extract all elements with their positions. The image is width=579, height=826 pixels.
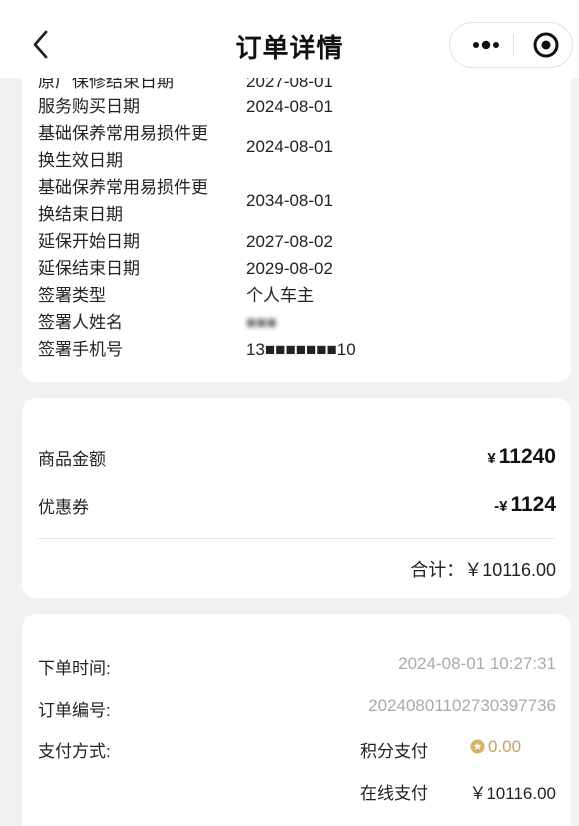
goods-amount-label: 商品金额	[38, 450, 106, 469]
goods-amount-value: ¥11240	[487, 445, 556, 469]
payment-method-label: 支付方式:	[38, 742, 111, 761]
detail-label-extended-start: 延保开始日期	[38, 232, 140, 251]
total-amount: 合计：￥10116.00	[410, 560, 556, 580]
points-payment-value: 0.00	[470, 737, 521, 757]
detail-label-extended-end: 延保结束日期	[38, 259, 140, 278]
detail-label-signer-phone: 签署手机号	[38, 340, 123, 359]
points-amount: 0.00	[488, 737, 522, 756]
detail-value-maintenance-start: 2024-08-01	[246, 137, 333, 156]
goods-currency-symbol: ¥	[487, 450, 496, 467]
order-info-card: 下单时间: 2024-08-01 10:27:31 订单编号: 20240801…	[22, 614, 571, 826]
online-payment-value: ￥10116.00	[469, 784, 556, 803]
detail-value-purchase-date: 2024-08-01	[246, 97, 333, 116]
detail-value-maintenance-end: 2034-08-01	[246, 191, 333, 210]
online-payment-method: 在线支付	[360, 784, 428, 803]
contract-details-card: 原厂保修结束日期 2027-08-01 服务购买日期 2024-08-01 基础…	[22, 40, 571, 382]
coupon-value: -¥ 1124	[494, 493, 556, 517]
more-dots-icon	[473, 40, 499, 50]
detail-label-maintenance-end-line1: 基础保养常用易损件更	[38, 178, 208, 197]
order-number-label: 订单编号:	[38, 701, 111, 720]
close-button[interactable]	[524, 23, 568, 67]
coupon-currency-symbol: -¥	[494, 498, 508, 515]
more-button[interactable]	[462, 23, 514, 67]
mini-program-capsule	[449, 22, 573, 68]
order-time-value: 2024-08-01 10:27:31	[398, 654, 556, 673]
amount-card: 商品金额 ¥11240 优惠券 -¥ 1124 合计：￥10116.00	[22, 398, 571, 598]
detail-value-extended-start: 2027-08-02	[246, 232, 333, 251]
detail-value-signer-name: ■■■	[246, 313, 277, 332]
capsule-separator	[513, 34, 514, 56]
detail-label-maintenance-end-line2: 换结束日期	[38, 205, 123, 224]
nav-header: 订单详情	[0, 0, 579, 78]
detail-label-signer-name: 签署人姓名	[38, 313, 123, 332]
order-time-label: 下单时间:	[38, 659, 111, 678]
coupon-amount-number: 1124	[510, 493, 556, 516]
goods-amount-number: 11240	[498, 445, 556, 468]
detail-label-purchase-date: 服务购买日期	[38, 97, 140, 116]
detail-value-signer-type: 个人车主	[246, 286, 314, 305]
detail-value-signer-phone: 13■■■■■■■10	[246, 340, 356, 359]
points-coin-icon	[470, 739, 485, 754]
order-number-value[interactable]: 20240801102730397736	[368, 696, 556, 716]
points-payment-method: 积分支付	[360, 742, 428, 761]
detail-label-maintenance-start-line1: 基础保养常用易损件更	[38, 124, 208, 143]
coupon-label: 优惠券	[38, 498, 89, 517]
detail-label-signer-type: 签署类型	[38, 286, 106, 305]
detail-label-maintenance-start-line2: 换生效日期	[38, 151, 123, 170]
detail-value-extended-end: 2029-08-02	[246, 259, 333, 278]
close-target-icon	[533, 32, 559, 58]
amount-divider	[38, 538, 555, 539]
